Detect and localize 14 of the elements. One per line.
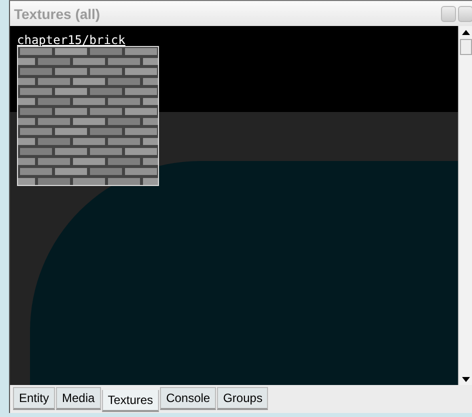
- up-arrow-icon: [462, 30, 470, 34]
- tab[interactable]: Textures: [102, 390, 160, 412]
- tab[interactable]: Groups: [217, 387, 268, 410]
- brick-texture-thumbnail[interactable]: [17, 46, 159, 186]
- scrollbar[interactable]: [458, 26, 472, 385]
- minimize-button[interactable]: [441, 6, 456, 22]
- tab[interactable]: Media: [56, 387, 101, 410]
- tab[interactable]: Entity: [13, 387, 56, 410]
- close-button[interactable]: [458, 6, 472, 22]
- scroll-thumb[interactable]: [460, 39, 472, 55]
- tab[interactable]: Console: [160, 387, 216, 410]
- texture-name: chapter15/brick: [17, 34, 126, 46]
- window-title: Textures (all): [13, 6, 100, 22]
- down-arrow-icon: [462, 376, 470, 382]
